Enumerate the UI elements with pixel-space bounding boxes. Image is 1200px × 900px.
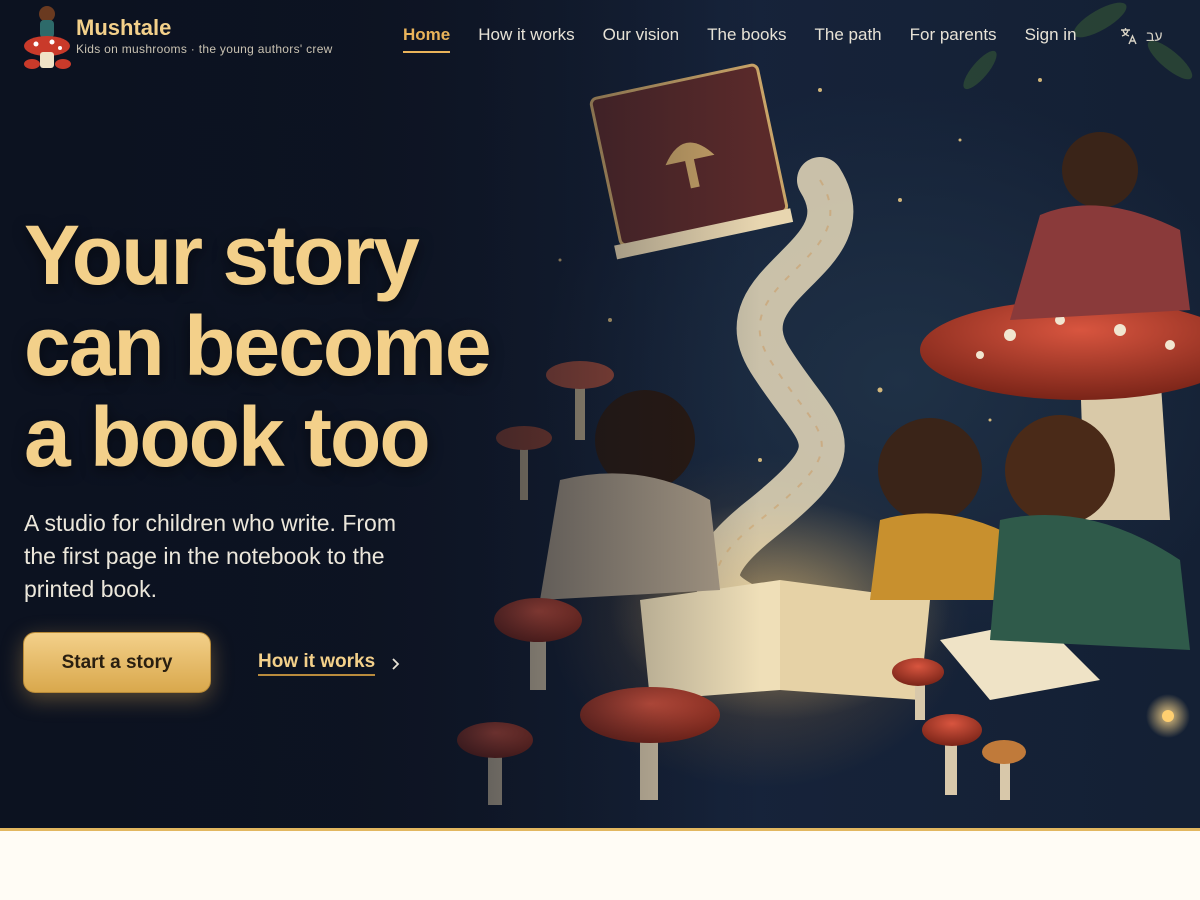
section-divider xyxy=(0,828,1200,831)
nav-for-parents[interactable]: For parents xyxy=(910,25,997,53)
nav-sign-in[interactable]: Sign in xyxy=(1025,25,1077,53)
headline-line: can become xyxy=(24,299,492,393)
nav-the-path[interactable]: The path xyxy=(815,25,882,53)
hero-headline: Your story can become a book too xyxy=(24,208,492,484)
nav-home[interactable]: Home xyxy=(403,25,451,53)
mushroom-logo-icon xyxy=(24,6,71,69)
start-story-button[interactable]: Start a story xyxy=(23,632,211,693)
start-story-label: Start a story xyxy=(61,651,173,673)
brand-tagline: Kids on mushrooms · the young authors' c… xyxy=(76,42,333,56)
hero-subtitle: A studio for children who write. From th… xyxy=(24,510,396,602)
brand-name[interactable]: Mushtale xyxy=(76,15,171,41)
hero-section: Mushtale Kids on mushrooms · the young a… xyxy=(0,0,1200,828)
how-it-works-label: How it works xyxy=(258,651,376,676)
translate-icon xyxy=(1121,28,1137,45)
chevron-right-icon xyxy=(392,657,400,670)
language-switcher[interactable]: עב xyxy=(1120,27,1163,45)
main-nav: Home How it works Our vision The books T… xyxy=(403,25,1077,53)
headline-line: a book too xyxy=(24,390,431,484)
nav-the-books[interactable]: The books xyxy=(707,25,786,53)
headline-line: Your story xyxy=(24,208,420,302)
nav-our-vision[interactable]: Our vision xyxy=(603,25,680,53)
how-it-works-link[interactable]: How it works xyxy=(258,651,401,676)
language-label: עב xyxy=(1146,28,1163,44)
nav-how-it-works[interactable]: How it works xyxy=(478,25,574,53)
